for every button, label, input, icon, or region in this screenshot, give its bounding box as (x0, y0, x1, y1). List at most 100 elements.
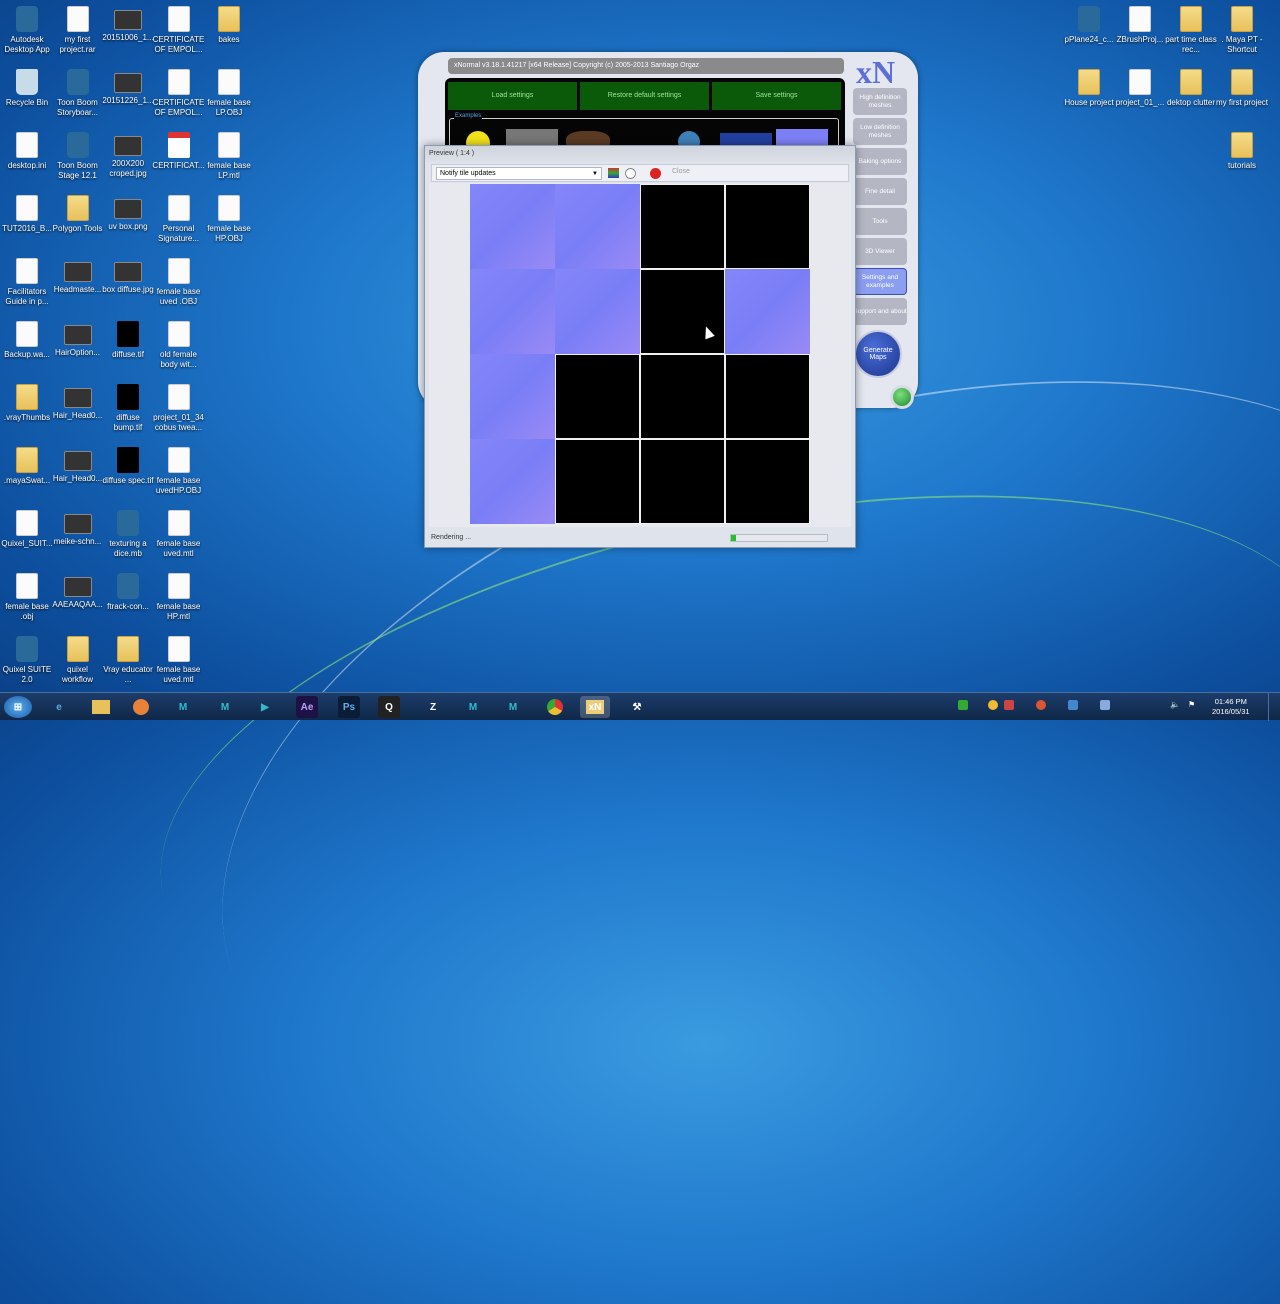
desktop-icon[interactable]: Facilitators Guide in p... (0, 258, 54, 307)
desktop-icon[interactable]: dektop clutter (1164, 69, 1218, 108)
taskbar-zbrush-icon[interactable]: Z (418, 696, 448, 718)
taskbar-tools-icon[interactable]: ⚒ (622, 696, 652, 718)
desktop-icon[interactable]: CERTIFICATE OF EMPOL... (152, 69, 206, 118)
close-button[interactable]: Close (672, 168, 690, 175)
desktop-icon[interactable]: . Maya PT - Shortcut (1215, 6, 1269, 55)
sidebar-button[interactable]: Support and about (853, 298, 907, 325)
desktop-icon[interactable]: pPlane24_c... (1062, 6, 1116, 45)
desktop-icon[interactable]: 20151226_1... (101, 69, 155, 106)
desktop-icon[interactable]: diffuse.tif (101, 321, 155, 360)
desktop-icon[interactable]: HairOption... (51, 321, 105, 358)
taskbar-chrome-icon[interactable] (540, 696, 570, 718)
taskbar-media-icon[interactable] (126, 696, 156, 718)
tray-icon[interactable] (1036, 700, 1046, 710)
desktop-icon[interactable]: Personal Signature... (152, 195, 206, 244)
status-light-button[interactable] (890, 385, 914, 409)
desktop-icon[interactable]: Quixel_SUIT... (0, 510, 54, 549)
flag-icon[interactable]: ⚑ (1188, 700, 1198, 710)
desktop-icon[interactable]: meike-schn... (51, 510, 105, 547)
save-settings-button[interactable]: Save settings (712, 82, 841, 110)
taskbar-maya-icon[interactable]: M (458, 696, 488, 718)
desktop-icon[interactable]: Hair_Head0... (51, 447, 105, 484)
sidebar-button[interactable]: Tools (853, 208, 907, 235)
desktop-icon[interactable]: texturing a dice.mb (101, 510, 155, 559)
taskbar-maya-icon[interactable]: M (168, 696, 198, 718)
desktop-icon[interactable]: 20151006_1... (101, 6, 155, 43)
desktop-icon[interactable]: female base .obj (0, 573, 54, 622)
desktop-icon[interactable]: Toon Boom Storyboar... (51, 69, 105, 118)
clock[interactable]: 01:46 PM 2016/05/31 (1212, 697, 1250, 717)
tray-icon[interactable] (1068, 700, 1078, 710)
desktop-icon[interactable]: part time class rec... (1164, 6, 1218, 55)
sidebar-button[interactable]: 3D Viewer (853, 238, 907, 265)
desktop-icon[interactable]: bakes (202, 6, 256, 45)
taskbar-xnormal-icon[interactable]: xN (580, 696, 610, 718)
desktop-icon[interactable]: box diffuse.jpg (101, 258, 155, 295)
start-button[interactable]: ⊞ (4, 696, 32, 718)
notify-dropdown[interactable]: Notify tile updates ▼ (436, 167, 602, 180)
taskbar-maya-icon[interactable]: M (210, 696, 240, 718)
taskbar-explorer-icon[interactable] (86, 696, 116, 718)
desktop-icon[interactable]: Vray educator ... (101, 636, 155, 685)
desktop-icon[interactable]: female base LP.OBJ (202, 69, 256, 118)
desktop-icon[interactable]: tutorials (1215, 132, 1269, 171)
desktop-icon[interactable]: Recycle Bin (0, 69, 54, 108)
tray-icon[interactable] (958, 700, 968, 710)
restore-default-settings-button[interactable]: Restore default settings (580, 82, 709, 110)
desktop-icon[interactable]: CERTIFICAT... (152, 132, 206, 171)
desktop-icon[interactable]: female base LP.mtl (202, 132, 256, 181)
desktop-icon[interactable]: Autodesk Desktop App (0, 6, 54, 55)
tray-icon[interactable] (1100, 700, 1110, 710)
desktop-icon[interactable]: quixel workflow (51, 636, 105, 685)
desktop-icon[interactable]: desktop.ini (0, 132, 54, 171)
sidebar-button[interactable]: High definition meshes (853, 88, 907, 115)
desktop-icon[interactable]: my first project (1215, 69, 1269, 108)
desktop-icon[interactable]: Toon Boom Stage 12.1 (51, 132, 105, 181)
desktop-icon[interactable]: Headmaste... (51, 258, 105, 295)
desktop-icon[interactable]: ftrack-con... (101, 573, 155, 612)
desktop-icon[interactable]: Backup.wa... (0, 321, 54, 360)
desktop-icon[interactable]: TUT2016_B... (0, 195, 54, 234)
desktop-icon[interactable]: female base HP.OBJ (202, 195, 256, 244)
desktop-icon[interactable]: House project (1062, 69, 1116, 108)
taskbar-photoshop-icon[interactable]: Ps (338, 696, 360, 718)
desktop-icon[interactable]: diffuse bump.tif (101, 384, 155, 433)
desktop-icon[interactable]: AAEAAQAA... (51, 573, 105, 610)
stop-icon[interactable] (650, 168, 661, 179)
color-channels-icon[interactable] (608, 168, 619, 178)
sidebar-button[interactable]: Settings and examples (853, 268, 907, 295)
desktop-icon[interactable]: female base uved.mtl (152, 636, 206, 685)
generate-maps-button[interactable]: Generate Maps (854, 330, 902, 378)
tray-icon[interactable] (988, 700, 998, 710)
desktop-icon[interactable]: project_01_... (1113, 69, 1167, 108)
taskbar-after-effects-icon[interactable]: Ae (296, 696, 318, 718)
taskbar-quixel-icon[interactable]: Q (378, 696, 400, 718)
desktop-icon[interactable]: Hair_Head0... (51, 384, 105, 421)
sidebar-button[interactable]: Low definition meshes (853, 118, 907, 145)
desktop-icon[interactable]: female base uved .OBJ (152, 258, 206, 307)
taskbar-app-icon[interactable]: ▶ (250, 696, 280, 718)
desktop-icon[interactable]: .vrayThumbs (0, 384, 54, 423)
volume-icon[interactable]: 🔈 (1170, 700, 1180, 710)
desktop-icon[interactable]: uv box.png (101, 195, 155, 232)
desktop-icon[interactable]: female base HP.mtl (152, 573, 206, 622)
desktop-icon[interactable]: CERTIFICATE OF EMPOL... (152, 6, 206, 55)
desktop-icon[interactable]: old female body wit... (152, 321, 206, 370)
taskbar-ie-icon[interactable]: e (44, 696, 74, 718)
desktop-icon[interactable]: project_01_34 cobus twea... (152, 384, 206, 433)
show-desktop-button[interactable] (1268, 693, 1280, 721)
desktop-icon[interactable]: Quixel SUITE 2.0 (0, 636, 54, 685)
desktop-icon[interactable]: .mayaSwat... (0, 447, 54, 486)
desktop-icon[interactable]: diffuse spec.tif (101, 447, 155, 486)
tray-icon[interactable] (1004, 700, 1014, 710)
sidebar-button[interactable]: Fine detail (853, 178, 907, 205)
alpha-circle-icon[interactable] (625, 168, 636, 179)
desktop-icon[interactable]: ZBrushProj... (1113, 6, 1167, 45)
taskbar-maya-icon[interactable]: M (498, 696, 528, 718)
desktop-icon[interactable]: female base uved.mtl (152, 510, 206, 559)
desktop-icon[interactable]: my first project.rar (51, 6, 105, 55)
desktop-icon[interactable]: female base uvedHP.OBJ (152, 447, 206, 496)
desktop-icon[interactable]: 200X200 croped.jpg (101, 132, 155, 179)
desktop-icon[interactable]: Polygon Tools (51, 195, 105, 234)
load-settings-button[interactable]: Load settings (448, 82, 577, 110)
